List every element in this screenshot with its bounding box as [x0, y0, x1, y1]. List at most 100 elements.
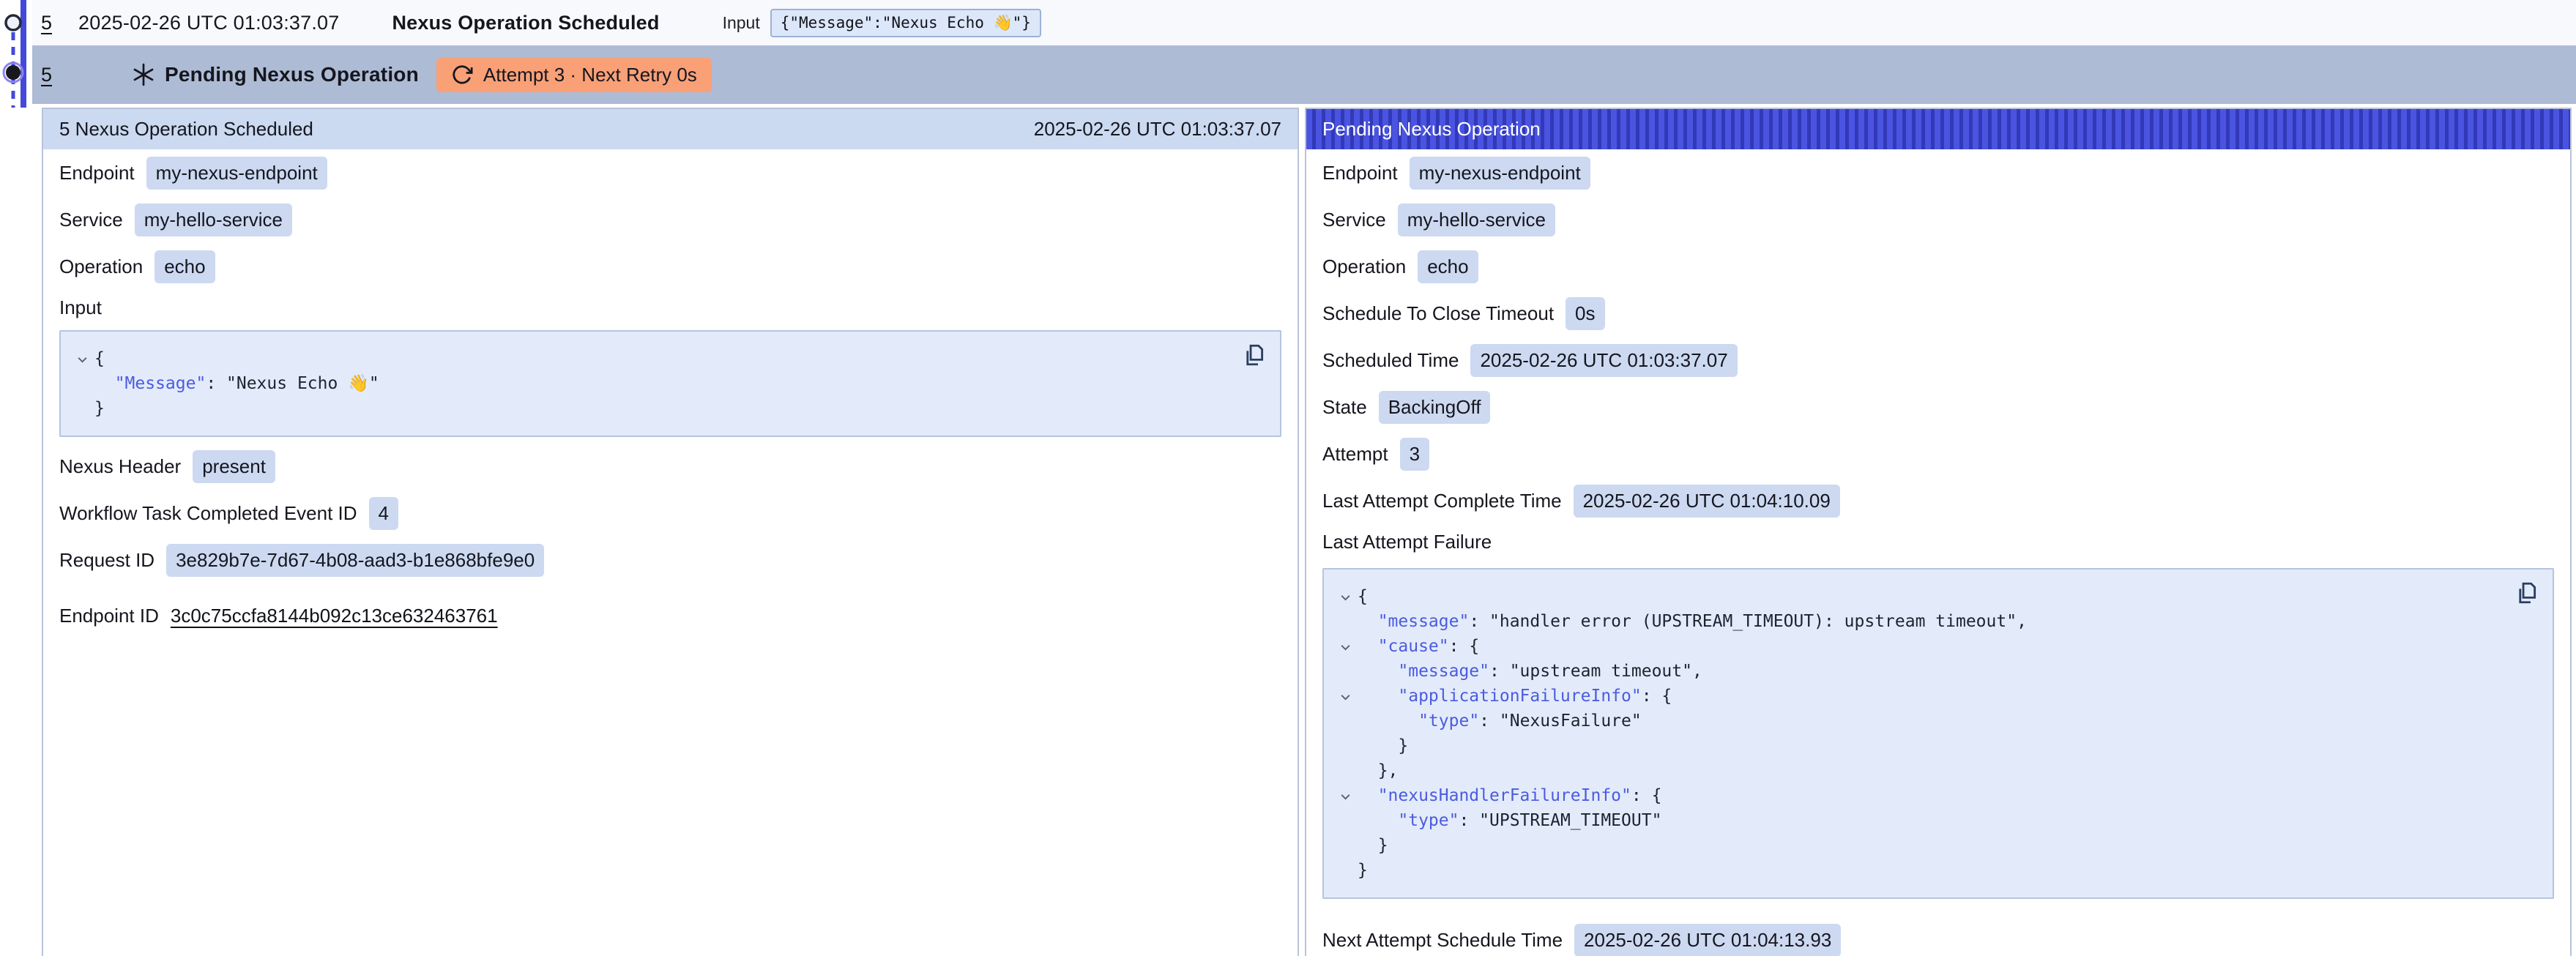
field-service: Service my-hello-service	[1322, 196, 2554, 243]
code-content: "cause": {	[1358, 634, 1479, 659]
collapse-caret-icon	[1339, 591, 1352, 604]
field-label: Attempt	[1322, 443, 1388, 466]
event-title: Nexus Operation Scheduled	[392, 12, 659, 34]
field-scheduled-time: Scheduled Time 2025-02-26 UTC 01:03:37.0…	[1322, 337, 2554, 384]
field-value-badge: 2025-02-26 UTC 01:04:10.09	[1574, 485, 1840, 518]
field-endpoint: Endpoint my-nexus-endpoint	[1322, 149, 2554, 196]
field-value-badge: present	[193, 450, 275, 483]
right-panel-body: Endpoint my-nexus-endpoint Service my-he…	[1306, 149, 2570, 956]
left-panel-body: Endpoint my-nexus-endpoint Service my-he…	[43, 149, 1298, 639]
code-gutter	[1333, 733, 1358, 758]
collapse-caret-icon	[1339, 691, 1352, 703]
field-label: Nexus Header	[59, 455, 181, 478]
code-gutter	[1333, 609, 1358, 634]
code-content: "nexusHandlerFailureInfo": {	[1358, 783, 1661, 808]
event-row-scheduled[interactable]: 5 2025-02-26 UTC 01:03:37.07 Nexus Opera…	[32, 0, 2576, 45]
code-content: "applicationFailureInfo": {	[1358, 684, 1672, 709]
field-value-badge: 3	[1400, 438, 1429, 471]
field-label: Endpoint	[1322, 162, 1398, 184]
left-panel-header: 5 Nexus Operation Scheduled 2025-02-26 U…	[43, 109, 1298, 149]
timeline-node-pending-icon[interactable]	[6, 65, 21, 80]
copy-input-button[interactable]	[1240, 342, 1268, 370]
event-timeline-gutter	[0, 0, 34, 108]
field-label: Request ID	[59, 549, 155, 572]
field-value-badge: BackingOff	[1379, 391, 1491, 424]
json-code-line: }	[1333, 733, 2501, 758]
code-content: "message": "upstream timeout",	[1358, 659, 1702, 684]
json-code-line: "applicationFailureInfo": {	[1333, 684, 2501, 709]
code-content: }	[94, 396, 105, 421]
right-panel-title: Pending Nexus Operation	[1322, 118, 1541, 141]
code-content: "type": "NexusFailure"	[1358, 709, 1642, 733]
collapse-caret[interactable]	[1333, 684, 1358, 709]
attempt-badge-label: Attempt 3 · Next Retry 0s	[483, 64, 697, 86]
field-label: Service	[59, 209, 123, 231]
field-label: Scheduled Time	[1322, 349, 1459, 372]
collapse-caret[interactable]	[70, 346, 94, 371]
event-id-link[interactable]: 5	[41, 12, 52, 34]
collapse-caret-icon	[76, 354, 89, 366]
attempt-retry-badge: Attempt 3 · Next Retry 0s	[436, 58, 712, 92]
field-value-badge: 4	[369, 497, 398, 530]
panel-pending-nexus-operation: Pending Nexus Operation Endpoint my-nexu…	[1305, 108, 2572, 956]
code-gutter	[1333, 659, 1358, 684]
code-content: }	[1358, 858, 1368, 883]
collapse-caret[interactable]	[1333, 783, 1358, 808]
event-timestamp: 2025-02-26 UTC 01:03:37.07	[78, 12, 339, 34]
right-panel-header-striped: Pending Nexus Operation	[1306, 109, 2570, 149]
json-code-line: "cause": {	[1333, 634, 2501, 659]
collapse-caret-icon	[1339, 791, 1352, 803]
field-value-badge: 0s	[1566, 297, 1604, 330]
field-last-attempt-complete-time: Last Attempt Complete Time 2025-02-26 UT…	[1322, 477, 2554, 524]
copy-icon	[2514, 580, 2539, 605]
pending-title: Pending Nexus Operation	[165, 63, 419, 86]
code-content: {	[1358, 584, 1368, 609]
field-value-badge: echo	[155, 250, 215, 283]
event-input-preview-chip: {"Message":"Nexus Echo 👋"}	[770, 9, 1041, 37]
code-content: },	[1358, 758, 1398, 783]
field-label: Next Attempt Schedule Time	[1322, 929, 1563, 952]
asterisk-pending-icon	[130, 61, 157, 89]
field-workflow-task-completed-event-id: Workflow Task Completed Event ID 4	[59, 490, 1281, 537]
json-code-line: {	[70, 346, 1229, 371]
json-code-line: "message": "handler error (UPSTREAM_TIME…	[1333, 609, 2501, 634]
field-request-id: Request ID 3e829b7e-7d67-4b08-aad3-b1e86…	[59, 537, 1281, 583]
json-code-line: "message": "upstream timeout",	[1333, 659, 2501, 684]
json-code-line: },	[1333, 758, 2501, 783]
event-row-pending[interactable]: 5 Pending Nexus Operation Attempt 3 · Ne…	[32, 45, 2576, 104]
retry-icon	[451, 64, 473, 86]
timeline-node-scheduled-icon[interactable]	[6, 15, 21, 30]
field-label: Workflow Task Completed Event ID	[59, 502, 357, 525]
field-value-badge: my-hello-service	[1398, 203, 1555, 236]
timeline-active-bar	[21, 0, 26, 108]
collapse-caret-icon	[1339, 641, 1352, 654]
code-content: "Message": "Nexus Echo 👋"	[94, 371, 379, 396]
copy-icon	[1242, 343, 1267, 367]
field-label: Operation	[59, 255, 143, 278]
field-value-badge: my-hello-service	[135, 203, 292, 236]
field-schedule-to-close-timeout: Schedule To Close Timeout 0s	[1322, 290, 2554, 337]
field-label: Schedule To Close Timeout	[1322, 302, 1554, 325]
copy-failure-button[interactable]	[2513, 580, 2541, 608]
field-nexus-header: Nexus Header present	[59, 443, 1281, 490]
failure-json-viewer: {"message": "handler error (UPSTREAM_TIM…	[1322, 568, 2554, 899]
field-label: Service	[1322, 209, 1386, 231]
code-gutter	[1333, 808, 1358, 833]
field-label: Endpoint	[59, 162, 135, 184]
endpoint-id-link[interactable]: 3c0c75ccfa8144b092c13ce632463761	[171, 605, 498, 627]
field-label: Endpoint ID	[59, 605, 159, 627]
field-attempt: Attempt 3	[1322, 430, 2554, 477]
collapse-caret[interactable]	[1333, 584, 1358, 609]
collapse-caret[interactable]	[1333, 634, 1358, 659]
code-content: }	[1358, 733, 1408, 758]
input-block-label: Input	[59, 290, 1281, 328]
field-next-attempt-schedule-time: Next Attempt Schedule Time 2025-02-26 UT…	[1322, 916, 2554, 956]
code-gutter	[70, 371, 94, 396]
json-code-line: }	[1333, 833, 2501, 858]
code-content: {	[94, 346, 105, 371]
field-state: State BackingOff	[1322, 384, 2554, 430]
event-input-label: Input	[723, 13, 760, 33]
pending-id-link[interactable]: 5	[41, 64, 52, 86]
field-service: Service my-hello-service	[59, 196, 1281, 243]
field-operation: Operation echo	[59, 243, 1281, 290]
